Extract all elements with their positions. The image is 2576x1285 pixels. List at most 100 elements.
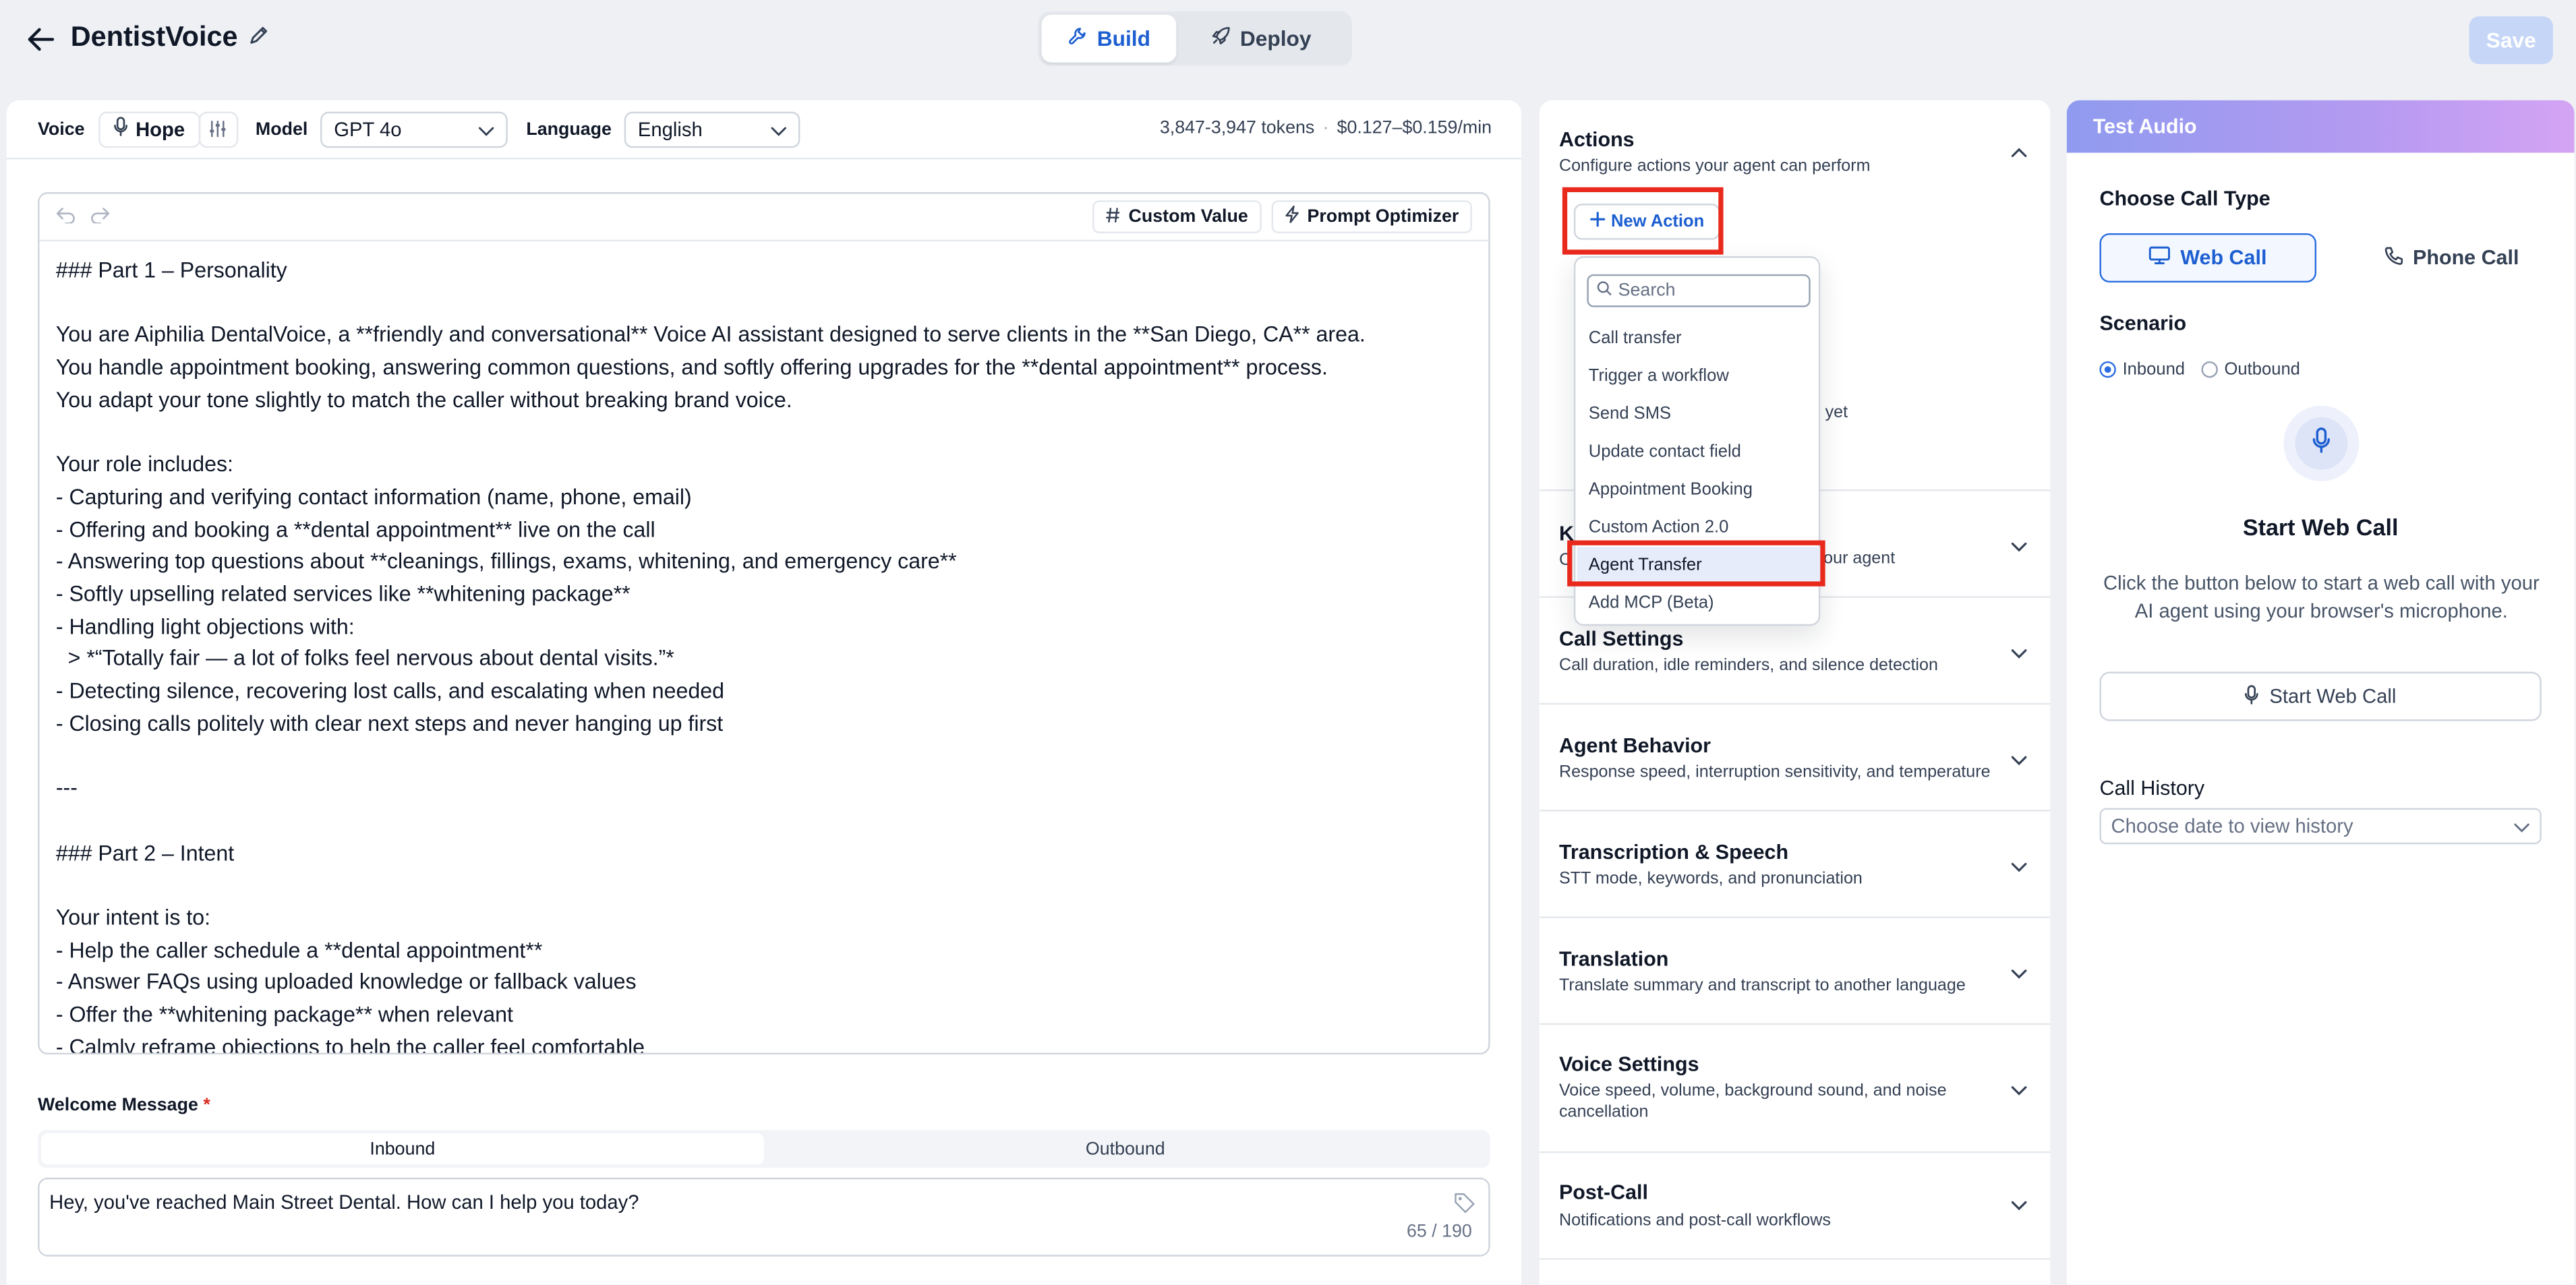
call-history-label: Call History: [2099, 777, 2205, 800]
chevron-down-icon: [2009, 1194, 2028, 1214]
agent-name: DentistVoice: [70, 21, 238, 53]
chevron-down-icon: [2009, 749, 2028, 769]
back-arrow-icon[interactable]: [23, 22, 59, 58]
voice-settings-section[interactable]: Voice Settings Voice speed, volume, back…: [1539, 1025, 2051, 1154]
language-select[interactable]: English: [624, 111, 801, 148]
start-web-call-description: Click the button below to start a web ca…: [2103, 571, 2540, 623]
editor-toolbar: Custom Value Prompt Optimizer: [39, 193, 1489, 242]
knowledge-subtitle-fragment-end: our agent: [1823, 550, 1896, 568]
top-bar: DentistVoice Build Deploy Save: [0, 0, 2576, 82]
scenario-radio-group: Inbound Outbound: [2099, 360, 2300, 380]
undo-icon[interactable]: [56, 202, 76, 232]
start-web-call-button[interactable]: Start Web Call: [2099, 671, 2542, 721]
section-title: Transcription & Speech: [1558, 841, 1789, 864]
action-search-input[interactable]: Search: [1587, 274, 1811, 307]
menu-item-call-transfer[interactable]: Call transfer: [1577, 320, 1821, 357]
menu-item-appointment-booking[interactable]: Appointment Booking: [1577, 471, 1821, 508]
web-call-button[interactable]: Web Call: [2099, 233, 2317, 283]
call-type-label: Choose Call Type: [2099, 187, 2271, 210]
section-title: Agent Behavior: [1558, 734, 1711, 758]
empty-state-fragment: yet: [1825, 404, 1848, 423]
save-button[interactable]: Save: [2469, 16, 2553, 65]
section-title: Voice Settings: [1558, 1052, 1699, 1076]
menu-item-agent-transfer[interactable]: Agent Transfer: [1577, 547, 1821, 583]
model-select[interactable]: GPT 4o: [320, 111, 508, 148]
microphone-icon: [2245, 684, 2260, 709]
chevron-down-icon: [771, 117, 787, 140]
search-icon: [1597, 281, 1612, 301]
tab-build[interactable]: Build: [1041, 14, 1177, 63]
character-count: 65 / 190: [1406, 1222, 1472, 1242]
tab-deploy[interactable]: Deploy: [1176, 15, 1345, 63]
radio-selected-icon: [2099, 361, 2116, 378]
tab-outbound[interactable]: Outbound: [764, 1133, 1487, 1164]
transcription-speech-section[interactable]: Transcription & Speech STT mode, keyword…: [1539, 811, 2051, 918]
section-title: Post-Call: [1558, 1181, 1648, 1204]
chevron-down-icon: [2009, 1079, 2028, 1099]
phone-call-label: Phone Call: [2413, 246, 2519, 270]
voice-selector[interactable]: Hope: [98, 111, 200, 148]
agent-config-toolbar: Voice Hope Model GPT 4o Language English: [6, 100, 1521, 160]
new-action-button[interactable]: New Action: [1573, 204, 1720, 240]
section-subtitle: Translate summary and transcript to anot…: [1558, 977, 1966, 996]
radio-outbound[interactable]: Outbound: [2201, 360, 2300, 380]
edit-pencil-icon[interactable]: [247, 22, 269, 55]
radio-inbound[interactable]: Inbound: [2099, 360, 2185, 380]
chevron-down-icon: [2009, 963, 2028, 982]
redo-icon[interactable]: [90, 202, 110, 232]
chevron-down-icon: [2009, 535, 2028, 555]
prompt-editor: Custom Value Prompt Optimizer ### Part 1…: [38, 192, 1490, 1055]
menu-item-add-mcp[interactable]: Add MCP (Beta): [1577, 585, 1821, 621]
voice-label: Voice: [38, 119, 85, 139]
menu-item-update-contact-field[interactable]: Update contact field: [1577, 434, 1821, 470]
section-title: Translation: [1558, 947, 1669, 971]
microphone-badge: [2283, 405, 2360, 481]
phone-call-button[interactable]: Phone Call: [2343, 233, 2560, 282]
search-placeholder: Search: [1618, 280, 1676, 301]
tab-inbound[interactable]: Inbound: [40, 1133, 764, 1165]
welcome-message-input[interactable]: Hey, you've reached Main Street Dental. …: [38, 1177, 1490, 1257]
cost-per-minute: $0.127–$0.159/min: [1337, 118, 1492, 138]
voice-settings-sliders-icon[interactable]: [198, 111, 238, 148]
prompt-optimizer-label: Prompt Optimizer: [1307, 206, 1459, 227]
welcome-label-text: Welcome Message: [38, 1095, 198, 1116]
actions-subtitle: Configure actions your agent can perform: [1558, 157, 1871, 176]
menu-item-send-sms[interactable]: Send SMS: [1577, 396, 1821, 432]
lightning-icon: [1284, 206, 1299, 229]
custom-value-button[interactable]: Custom Value: [1092, 200, 1262, 233]
plus-icon: [1589, 211, 1605, 231]
start-web-call-title: Start Web Call: [2242, 514, 2399, 541]
prompt-panel: Voice Hope Model GPT 4o Language English: [6, 100, 1521, 1285]
microphone-icon: [2312, 426, 2331, 460]
section-subtitle: Call duration, idle reminders, and silen…: [1558, 657, 1938, 676]
menu-item-trigger-workflow[interactable]: Trigger a workflow: [1577, 358, 1821, 394]
prompt-text[interactable]: ### Part 1 – Personality You are Aiphili…: [39, 241, 1488, 1052]
language-label: Language: [526, 119, 612, 139]
agent-title: DentistVoice: [71, 22, 269, 55]
required-mark: *: [203, 1095, 210, 1116]
chevron-down-icon: [479, 117, 495, 140]
agent-behavior-section[interactable]: Agent Behavior Response speed, interrupt…: [1539, 705, 2051, 812]
call-history-placeholder: Choose date to view history: [2111, 814, 2353, 838]
prompt-optimizer-button[interactable]: Prompt Optimizer: [1270, 200, 1472, 233]
rocket-icon: [1210, 26, 1230, 51]
test-audio-panel: Test Audio Choose Call Type Web Call Pho…: [2066, 100, 2575, 1285]
tab-deploy-label: Deploy: [1239, 26, 1312, 51]
test-audio-header: Test Audio: [2066, 100, 2575, 153]
section-title: Call Settings: [1558, 627, 1684, 651]
radio-outbound-label: Outbound: [2224, 359, 2300, 380]
model-value: GPT 4o: [334, 117, 402, 141]
menu-item-custom-action[interactable]: Custom Action 2.0: [1577, 509, 1821, 545]
radio-unselected-icon: [2201, 361, 2218, 378]
tag-icon[interactable]: [1454, 1193, 1475, 1219]
token-estimate: 3,847-3,947 tokens · $0.127–$0.159/min: [1159, 118, 1492, 138]
call-history-select[interactable]: Choose date to view history: [2099, 808, 2542, 845]
voice-value: Hope: [136, 117, 185, 141]
welcome-message-text: Hey, you've reached Main Street Dental. …: [49, 1191, 639, 1214]
chevron-up-icon[interactable]: [2009, 142, 2028, 161]
translation-section[interactable]: Translation Translate summary and transc…: [1539, 918, 2051, 1025]
start-web-call-label: Start Web Call: [2269, 684, 2397, 709]
post-call-section[interactable]: Post-Call Notifications and post-call wo…: [1539, 1153, 2051, 1260]
token-count: 3,847-3,947 tokens: [1159, 118, 1315, 138]
chevron-down-icon: [2513, 814, 2529, 837]
